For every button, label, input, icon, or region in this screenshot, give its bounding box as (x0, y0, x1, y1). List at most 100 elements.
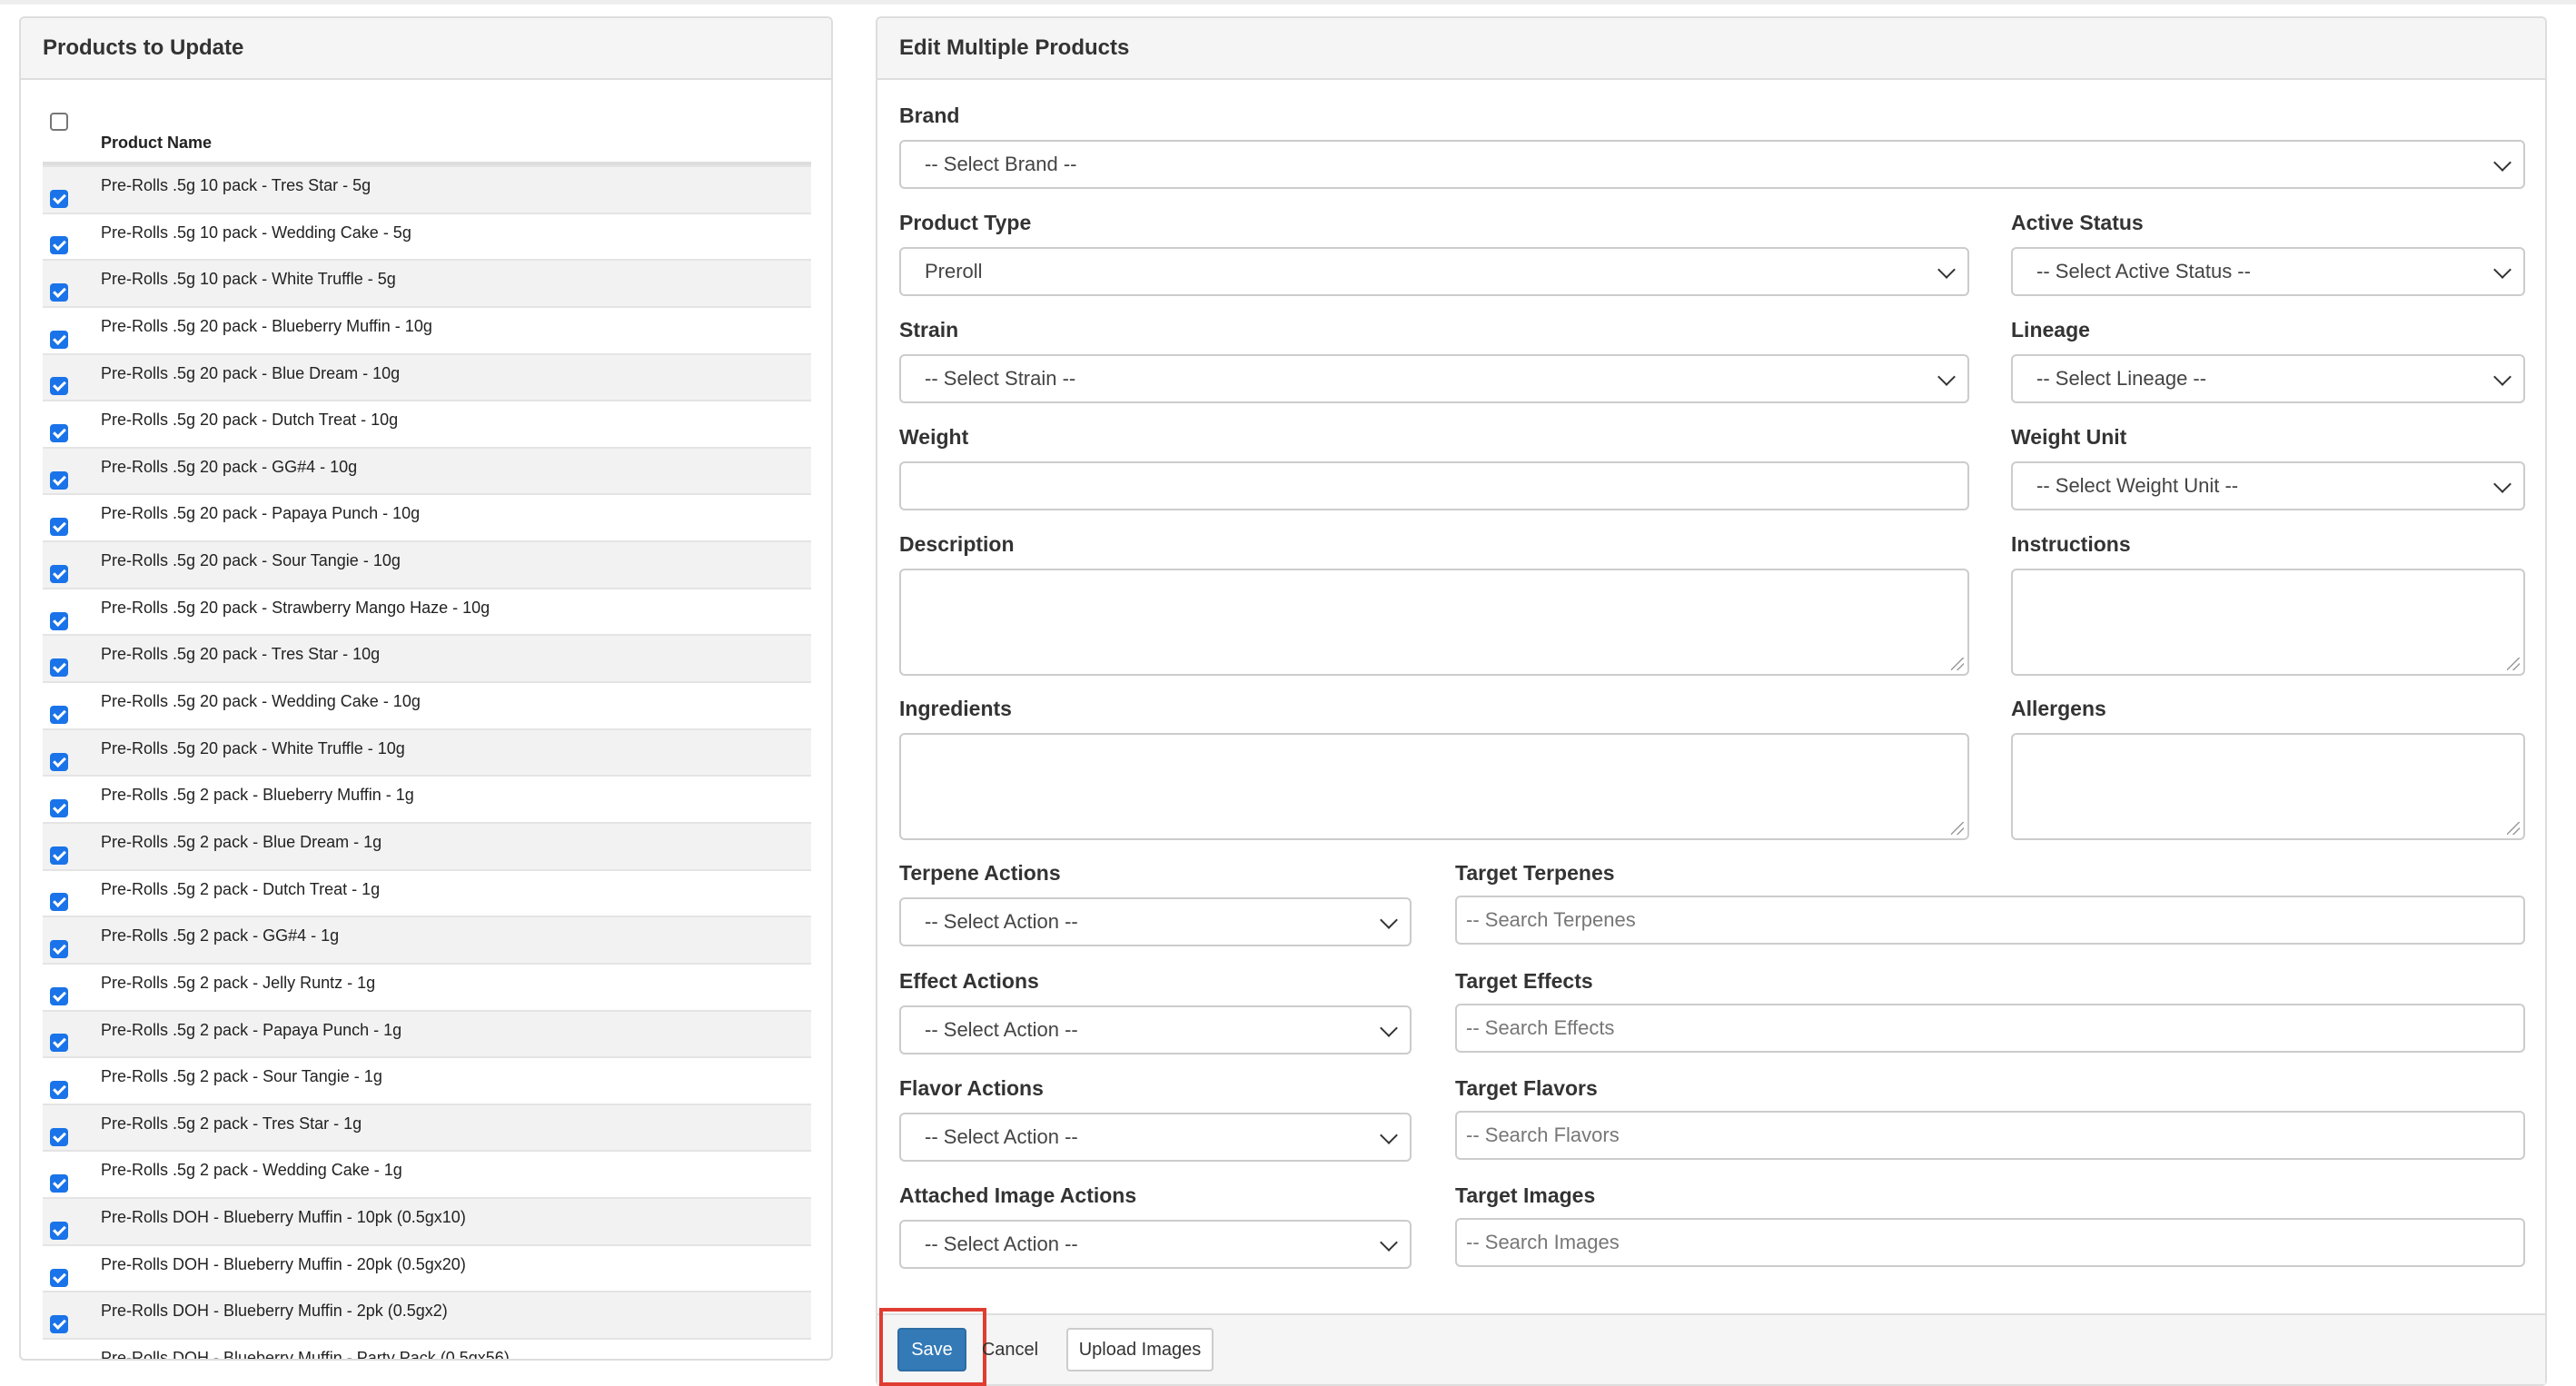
allergens-label: Allergens (2011, 697, 2106, 720)
target-flavors-input[interactable]: -- Search Flavors (1455, 1111, 2525, 1160)
product-checkbox[interactable] (50, 893, 68, 912)
product-checkbox[interactable] (50, 1268, 68, 1287)
product-name: Pre-Rolls .5g 2 pack - Tres Star - 1g (101, 1114, 362, 1133)
weight-unit-select[interactable]: -- Select Weight Unit -- (2011, 461, 2525, 510)
product-checkbox[interactable] (50, 189, 68, 208)
strain-label: Strain (899, 318, 959, 342)
product-checkbox[interactable] (50, 236, 68, 255)
target-effects-input[interactable]: -- Search Effects (1455, 1004, 2525, 1053)
table-row: Pre-Rolls .5g 20 pack - Dutch Treat - 10… (43, 400, 811, 447)
table-row: Pre-Rolls .5g 2 pack - Jelly Runtz - 1g (43, 962, 811, 1010)
flavor-actions-select[interactable]: -- Select Action -- (899, 1113, 1412, 1162)
product-checkbox[interactable] (50, 940, 68, 959)
upload-images-button[interactable]: Upload Images (1066, 1328, 1214, 1371)
chevron-down-icon (1380, 1019, 1398, 1037)
chevron-down-icon (2493, 261, 2512, 279)
product-name: Pre-Rolls .5g 20 pack - Strawberry Mango… (101, 598, 490, 617)
product-checkbox[interactable] (50, 1315, 68, 1334)
image-actions-select[interactable]: -- Select Action -- (899, 1220, 1412, 1269)
terpene-actions-select[interactable]: -- Select Action -- (899, 897, 1412, 946)
save-button[interactable]: Save (897, 1328, 966, 1371)
flavor-actions-select-value: -- Select Action -- (925, 1125, 1078, 1148)
select-all-checkbox[interactable] (50, 113, 68, 131)
table-row: Pre-Rolls .5g 20 pack - Tres Star - 10g (43, 634, 811, 682)
product-checkbox[interactable] (50, 1221, 68, 1240)
target-images-input[interactable]: -- Search Images (1455, 1218, 2525, 1267)
lineage-select-value: -- Select Lineage -- (2036, 367, 2207, 390)
table-row: Pre-Rolls .5g 10 pack - White Truffle - … (43, 259, 811, 306)
product-checkbox[interactable] (50, 658, 68, 678)
table-row: Pre-Rolls .5g 2 pack - Blue Dream - 1g (43, 821, 811, 869)
product-checkbox[interactable] (50, 705, 68, 724)
product-name: Pre-Rolls .5g 2 pack - Wedding Cake - 1g (101, 1161, 402, 1180)
ingredients-textarea[interactable] (899, 733, 1969, 840)
target-terpenes-input[interactable]: -- Search Terpenes (1455, 896, 2525, 945)
product-checkbox[interactable] (50, 1174, 68, 1193)
table-row: Pre-Rolls .5g 2 pack - Tres Star - 1g (43, 1103, 811, 1151)
edit-panel-title: Edit Multiple Products (877, 18, 2545, 80)
ingredients-label: Ingredients (899, 697, 1012, 720)
weight-input[interactable] (899, 461, 1969, 510)
product-checkbox[interactable] (50, 1127, 68, 1146)
product-checkbox[interactable] (50, 986, 68, 1005)
active-status-select[interactable]: -- Select Active Status -- (2011, 247, 2525, 296)
table-row: Pre-Rolls DOH - Blueberry Muffin - 2pk (… (43, 1291, 811, 1339)
table-row: Pre-Rolls .5g 20 pack - GG#4 - 10g (43, 446, 811, 494)
product-checkbox[interactable] (50, 611, 68, 630)
resize-grip-icon[interactable] (2507, 658, 2520, 670)
product-checkbox[interactable] (50, 1034, 68, 1053)
product-checkbox[interactable] (50, 564, 68, 583)
product-name: Pre-Rolls DOH - Blueberry Muffin - 20pk … (101, 1254, 466, 1273)
brand-label: Brand (899, 104, 960, 127)
product-checkbox[interactable] (50, 846, 68, 865)
weight-label: Weight (899, 425, 969, 449)
top-border (0, 0, 2576, 5)
description-textarea[interactable] (899, 569, 1969, 676)
instructions-textarea[interactable] (2011, 569, 2525, 676)
allergens-textarea[interactable] (2011, 733, 2525, 840)
chevron-down-icon (1937, 261, 1956, 279)
resize-grip-icon[interactable] (1951, 658, 1964, 670)
active-status-select-value: -- Select Active Status -- (2036, 260, 2251, 282)
product-table: Product Name Pre-Rolls .5g 10 pack - Tre… (43, 109, 811, 1359)
product-name: Pre-Rolls .5g 2 pack - Jelly Runtz - 1g (101, 973, 376, 992)
products-panel-title: Products to Update (21, 18, 831, 80)
table-row: Pre-Rolls .5g 20 pack - Sour Tangie - 10… (43, 540, 811, 588)
product-name: Pre-Rolls .5g 20 pack - Dutch Treat - 10… (101, 411, 399, 430)
lineage-label: Lineage (2011, 318, 2090, 342)
product-checkbox[interactable] (50, 470, 68, 490)
table-header: Product Name (43, 109, 811, 165)
flavor-actions-label: Flavor Actions (899, 1076, 1044, 1100)
lineage-select[interactable]: -- Select Lineage -- (2011, 354, 2525, 403)
product-checkbox[interactable] (50, 752, 68, 771)
product-checkbox[interactable] (50, 377, 68, 396)
product-type-select-value: Preroll (925, 260, 983, 282)
table-row: Pre-Rolls .5g 20 pack - Wedding Cake - 1… (43, 681, 811, 728)
product-name: Pre-Rolls .5g 20 pack - White Truffle - … (101, 738, 405, 757)
table-row: Pre-Rolls .5g 2 pack - GG#4 - 1g (43, 916, 811, 963)
product-name: Pre-Rolls .5g 20 pack - Tres Star - 10g (101, 645, 381, 664)
cancel-button[interactable]: Cancel (979, 1328, 1041, 1371)
effect-actions-select[interactable]: -- Select Action -- (899, 1005, 1412, 1054)
table-row: Pre-Rolls .5g 2 pack - Papaya Punch - 1g (43, 1009, 811, 1057)
product-type-select[interactable]: Preroll (899, 247, 1969, 296)
table-row: Pre-Rolls .5g 20 pack - Blue Dream - 10g (43, 352, 811, 401)
resize-grip-icon[interactable] (1951, 822, 1964, 835)
table-row: Pre-Rolls .5g 20 pack - Strawberry Mango… (43, 587, 811, 635)
product-checkbox[interactable] (50, 424, 68, 443)
brand-select[interactable]: -- Select Brand -- (899, 140, 2525, 189)
edit-multiple-products-panel: Edit Multiple Products Brand -- Select B… (876, 16, 2547, 1386)
strain-select[interactable]: -- Select Strain -- (899, 354, 1969, 403)
chevron-down-icon (1380, 911, 1398, 929)
table-row: Pre-Rolls .5g 2 pack - Blueberry Muffin … (43, 775, 811, 822)
form-footer: Save Cancel Upload Images (877, 1308, 2545, 1386)
brand-select-value: -- Select Brand -- (925, 153, 1077, 175)
product-checkbox[interactable] (50, 330, 68, 349)
product-checkbox[interactable] (50, 1080, 68, 1099)
table-row: Pre-Rolls .5g 20 pack - White Truffle - … (43, 728, 811, 776)
resize-grip-icon[interactable] (2507, 822, 2520, 835)
terpene-actions-label: Terpene Actions (899, 861, 1061, 885)
product-checkbox[interactable] (50, 799, 68, 818)
product-checkbox[interactable] (50, 283, 68, 302)
product-checkbox[interactable] (50, 518, 68, 537)
